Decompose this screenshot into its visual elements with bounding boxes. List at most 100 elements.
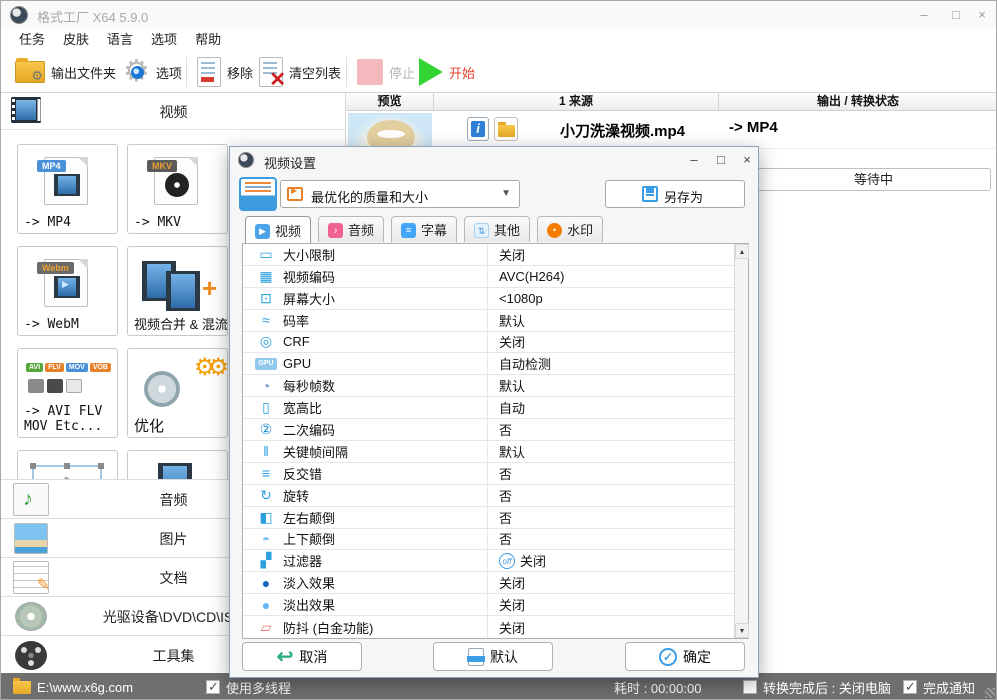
- default-button[interactable]: 默认: [433, 642, 553, 671]
- titlebar: 格式工厂 X64 5.9.0 – □ ×: [1, 1, 996, 29]
- format-tile-5[interactable]: ⚙⚙ 优化: [127, 348, 228, 438]
- setting-value: 关闭: [499, 598, 526, 614]
- ok-button[interactable]: ✓ 确定: [625, 642, 745, 671]
- save-as-label: 另存为: [664, 190, 704, 205]
- menu-item-1[interactable]: 皮肤: [63, 29, 89, 51]
- setting-label: 淡出效果: [283, 598, 336, 614]
- floppy-icon: [642, 186, 658, 202]
- settings-scrollbar[interactable]: ▲ ▼: [734, 244, 749, 638]
- format-tile-3[interactable]: + 视频合并 & 混流: [127, 246, 228, 336]
- setting-row-14[interactable]: ▞ 过滤器 off 关闭: [243, 550, 735, 573]
- dialog-maximize-button[interactable]: □: [710, 151, 732, 170]
- options-button[interactable]: ⚙ 选项: [123, 51, 182, 93]
- start-label: 开始: [449, 65, 476, 81]
- format-tile-1[interactable]: MKV -> MKV: [127, 144, 228, 234]
- setting-row-4[interactable]: ◎ CRF 关闭: [243, 331, 735, 354]
- dialog-minimize-button[interactable]: –: [683, 151, 705, 170]
- setting-label: 每秒帧数: [283, 379, 336, 395]
- tab-音频[interactable]: ♪ 音频: [318, 216, 385, 242]
- setting-row-6[interactable]: ◔ 每秒帧数 默认: [243, 375, 735, 398]
- maximize-button[interactable]: □: [943, 5, 969, 25]
- queue-column-1[interactable]: 1 来源: [434, 93, 719, 110]
- menu-item-0[interactable]: 任务: [19, 29, 45, 51]
- setting-row-10[interactable]: ≡ 反交错 否: [243, 462, 735, 485]
- setting-row-0[interactable]: ▭ 大小限制 关闭: [243, 244, 735, 266]
- setting-row-3[interactable]: ≈ 码率 默认: [243, 309, 735, 332]
- tile-label: -> MP4: [24, 215, 71, 230]
- output-folder-label: 输出文件夹: [51, 65, 117, 81]
- shutdown-checkbox[interactable]: [743, 680, 757, 694]
- setting-row-8[interactable]: ② 二次编码 否: [243, 419, 735, 441]
- notify-checkbox[interactable]: [903, 679, 917, 695]
- setting-row-13[interactable]: ◓ 上下颠倒 否: [243, 528, 735, 551]
- setting-row-16[interactable]: ● 淡出效果 关闭: [243, 594, 735, 617]
- scroll-down-icon[interactable]: ▼: [735, 623, 749, 638]
- setting-row-9[interactable]: ‖ 关键帧间隔 默认: [243, 441, 735, 463]
- format-tile-2[interactable]: Webm-> WebM: [17, 246, 118, 336]
- setting-value: 否: [499, 423, 513, 439]
- tile-label: -> AVI FLV MOV Etc...: [24, 404, 103, 434]
- output-folder-button[interactable]: ⚙ 输出文件夹: [15, 51, 116, 93]
- remove-button[interactable]: 移除: [197, 51, 253, 93]
- setting-row-11[interactable]: ↻ 旋转 否: [243, 484, 735, 507]
- setting-row-17[interactable]: ▱ 防抖 (白金功能) 关闭: [243, 616, 735, 638]
- close-button[interactable]: ×: [969, 5, 995, 25]
- two-pass-icon: ②: [259, 421, 273, 438]
- output-folder-icon: ⚙: [15, 58, 45, 83]
- start-button[interactable]: 开始: [419, 51, 475, 93]
- open-folder-icon[interactable]: [494, 117, 518, 141]
- output-path: E:\www.x6g.com: [37, 679, 134, 695]
- queue-column-2[interactable]: 输出 / 转换状态: [719, 93, 996, 110]
- tile-label: 优化: [134, 418, 165, 435]
- statusbar-folder-icon: [13, 677, 31, 694]
- tab-label: 水印: [567, 223, 594, 238]
- output-format: -> MP4: [729, 119, 778, 136]
- video-category-header[interactable]: 视频: [1, 93, 346, 130]
- tab-label: 视频: [275, 223, 302, 239]
- tab-视频[interactable]: ▶ 视频: [245, 216, 312, 243]
- dialog-close-button[interactable]: ×: [736, 151, 758, 170]
- multithread-checkbox[interactable]: [206, 679, 220, 695]
- stop-button[interactable]: 停止: [357, 51, 415, 93]
- cancel-button[interactable]: ↩ 取消: [242, 642, 362, 671]
- resize-grip[interactable]: [985, 688, 995, 698]
- tab-水印[interactable]: • 水印: [537, 216, 604, 242]
- profile-tray-icon: [239, 177, 277, 211]
- minimize-button[interactable]: –: [911, 5, 937, 25]
- remove-label: 移除: [227, 65, 254, 81]
- column-divider: [487, 244, 488, 265]
- column-divider: [487, 484, 488, 506]
- setting-row-15[interactable]: ● 淡入效果 关闭: [243, 572, 735, 595]
- setting-row-7[interactable]: ▯ 宽高比 自动: [243, 397, 735, 420]
- menu-item-2[interactable]: 语言: [107, 29, 133, 51]
- setting-label: 屏幕大小: [283, 291, 336, 307]
- multithread-label: 使用多线程: [226, 680, 292, 696]
- setting-row-1[interactable]: ▦ 视频编码 AVC(H264): [243, 265, 735, 288]
- tab-其他[interactable]: ⇅ 其他: [464, 216, 531, 242]
- tab-字幕[interactable]: ≡ 字幕: [391, 216, 458, 242]
- notify-option[interactable]: 完成通知: [903, 673, 975, 699]
- save-as-button[interactable]: 另存为: [605, 180, 745, 208]
- dialog-logo-icon: [238, 152, 254, 168]
- menu-item-4[interactable]: 帮助: [195, 29, 221, 51]
- format-tile-4[interactable]: AVI FLV MOV VOB -> AVI FLV MOV Etc...: [17, 348, 118, 438]
- scroll-up-icon[interactable]: ▲: [735, 244, 749, 259]
- profile-dropdown[interactable]: 最优化的质量和大小 ▼: [280, 180, 520, 208]
- tile-label: 视频合并 & 混流: [134, 317, 228, 332]
- setting-label: 二次编码: [283, 423, 336, 439]
- output-path-item[interactable]: E:\www.x6g.com: [13, 673, 134, 699]
- column-divider: [487, 506, 488, 528]
- clear-list-button[interactable]: ✕ 清空列表: [259, 51, 341, 93]
- setting-row-12[interactable]: ◧ 左右颠倒 否: [243, 506, 735, 529]
- setting-row-5[interactable]: GPU GPU 自动检测: [243, 353, 735, 376]
- setting-value: 否: [499, 488, 513, 504]
- setting-row-2[interactable]: ⊡ 屏幕大小 <1080p: [243, 287, 735, 310]
- menu-item-3[interactable]: 选项: [151, 29, 177, 51]
- info-icon[interactable]: i: [467, 117, 489, 141]
- format-tile-0[interactable]: MP4 -> MP4: [17, 144, 118, 234]
- task-row[interactable]: i 小刀洗澡视频.mp4 -> MP4 等待中: [346, 111, 996, 191]
- other-tab-icon: ⇅: [474, 222, 490, 238]
- shutdown-option[interactable]: 转换完成后 : 关闭电脑: [743, 673, 891, 699]
- queue-column-0[interactable]: 预览: [346, 93, 434, 110]
- column-divider: [487, 441, 488, 462]
